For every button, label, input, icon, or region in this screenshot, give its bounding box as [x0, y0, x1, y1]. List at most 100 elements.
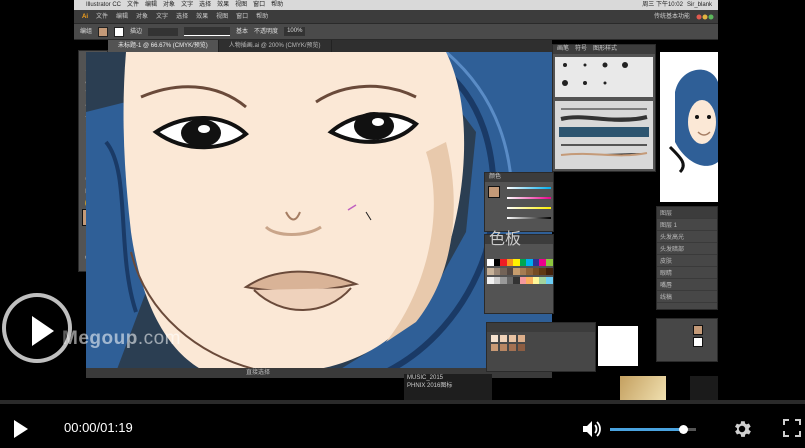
- layer-row[interactable]: 线稿: [657, 291, 717, 303]
- mac-menu-item[interactable]: 文件: [127, 0, 139, 10]
- fill-stroke-mini[interactable]: [488, 186, 500, 198]
- swatches-panel-header[interactable]: 色板: [485, 232, 553, 248]
- swatch-cell[interactable]: [545, 268, 553, 275]
- skin-swatch-cell[interactable]: [500, 344, 507, 351]
- brush-dots-icon: [562, 62, 628, 86]
- skin-swatch-cell[interactable]: [491, 335, 498, 342]
- mac-menu-item[interactable]: 选择: [199, 0, 211, 10]
- user-name[interactable]: Sir_blank: [687, 0, 712, 10]
- swatches-panel: 色板: [484, 232, 554, 314]
- window-controls-icon[interactable]: [696, 13, 714, 21]
- stroke-label: 描边: [130, 28, 143, 35]
- time-display: 00:00/01:19: [64, 420, 133, 435]
- skin-swatches[interactable]: [491, 335, 531, 371]
- brush-library-grid[interactable]: [555, 57, 653, 97]
- doc-tab[interactable]: 人物插画.ai @ 200% (CMYK/预览): [219, 40, 332, 52]
- appearance-swatch-fill[interactable]: [693, 325, 703, 335]
- swatch-cell[interactable]: [545, 277, 553, 284]
- mac-menu-item[interactable]: Illustrator CC: [86, 0, 121, 10]
- skin-swatch-cell[interactable]: [509, 344, 516, 351]
- mac-menu-item[interactable]: 窗口: [253, 0, 265, 10]
- appearance-swatch-stroke[interactable]: [693, 337, 703, 347]
- settings-gear-icon[interactable]: [731, 418, 753, 440]
- mac-menu-item[interactable]: 文字: [181, 0, 193, 10]
- skin-swatch-cell[interactable]: [509, 335, 516, 342]
- black-slider[interactable]: [507, 217, 551, 219]
- mac-menu-item[interactable]: 编辑: [145, 0, 157, 10]
- brushes-panel-tabs: 画笔 符号 图形样式: [553, 45, 655, 54]
- brush-style-dropdown[interactable]: [184, 27, 231, 36]
- finder-list: MUSIC_2015 PHNIX 2016图标: [404, 374, 492, 400]
- ai-menu-item[interactable]: 效果: [196, 10, 208, 23]
- volume-slider[interactable]: [610, 425, 696, 434]
- fullscreen-icon[interactable]: [783, 419, 801, 437]
- mac-menu-item[interactable]: 效果: [217, 0, 229, 10]
- ai-menu-item[interactable]: 视图: [216, 10, 228, 23]
- swatch-cell[interactable]: [545, 259, 553, 266]
- mac-menu-item[interactable]: 帮助: [271, 0, 283, 10]
- volume-icon[interactable]: [580, 418, 602, 440]
- stroke-color-swatch[interactable]: [114, 26, 125, 37]
- skin-swatch-cell[interactable]: [500, 335, 507, 342]
- progress-bar[interactable]: [0, 400, 805, 404]
- yellow-slider[interactable]: [507, 207, 551, 209]
- panel-tab-brushes[interactable]: 画笔: [557, 45, 569, 54]
- ai-menubar: Ai 文件 编辑 对象 文字 选择 效果 视图 窗口 帮助 传统基本功能: [74, 10, 718, 24]
- navigator-preview[interactable]: [660, 52, 718, 202]
- volume-knob[interactable]: [679, 425, 689, 434]
- panel-tab-styles[interactable]: 图形样式: [593, 45, 617, 54]
- workspace-switcher[interactable]: 传统基本功能: [654, 10, 690, 24]
- appearance-panel: [656, 318, 718, 362]
- layer-row[interactable]: 头发暗部: [657, 243, 717, 255]
- style-label[interactable]: 基本: [236, 24, 248, 40]
- swatch-grid[interactable]: [487, 259, 553, 289]
- ai-menu-item[interactable]: 选择: [176, 10, 188, 23]
- artboard-white-sheet: [598, 326, 638, 366]
- ai-menu-item[interactable]: 对象: [136, 10, 148, 23]
- layer-row[interactable]: 图层 1: [657, 219, 717, 231]
- brush-settings-panel: [486, 322, 596, 372]
- skin-swatch-cell[interactable]: [518, 335, 525, 342]
- ai-menu-item[interactable]: 文字: [156, 10, 168, 23]
- portrait-illustration: [86, 52, 552, 372]
- desktop-thumbnail: [620, 376, 666, 400]
- fill-color-swatch[interactable]: [98, 26, 109, 37]
- ai-menu-item[interactable]: 帮助: [256, 10, 268, 23]
- ai-menu-item[interactable]: 窗口: [236, 10, 248, 23]
- ai-menu-item[interactable]: 文件: [96, 10, 108, 23]
- stroke-weight-field[interactable]: [148, 27, 179, 36]
- play-button[interactable]: [10, 418, 32, 440]
- document-tabs: 未标题-1 @ 66.67% (CMYK/预览) 人物插画.ai @ 200% …: [108, 40, 552, 52]
- brush-strokes-list[interactable]: [555, 101, 653, 169]
- ai-menu-item[interactable]: 编辑: [116, 10, 128, 23]
- control-bar: 编组 描边 基本 不透明度 100%: [74, 24, 718, 40]
- magenta-slider[interactable]: [507, 197, 551, 199]
- layer-row[interactable]: 眼睛: [657, 267, 717, 279]
- brush-settings-header: [487, 323, 595, 332]
- layers-panel-header[interactable]: 图层: [657, 207, 717, 219]
- mac-menu-item[interactable]: 对象: [163, 0, 175, 10]
- panel-tab-symbols[interactable]: 符号: [575, 45, 587, 54]
- skin-swatch-cell[interactable]: [491, 344, 498, 351]
- layer-row[interactable]: 嘴唇: [657, 279, 717, 291]
- layers-panel: 图层 图层 1 头发高光 头发暗部 皮肤 眼睛 嘴唇 线稿: [656, 206, 718, 310]
- navigator-thumbnail: [660, 52, 718, 202]
- play-icon: [32, 316, 54, 346]
- layer-row[interactable]: 头发高光: [657, 231, 717, 243]
- opacity-field[interactable]: 100%: [284, 27, 306, 36]
- status-tool: 直接选择: [246, 370, 271, 376]
- clock: 周三 下午10:02: [642, 2, 683, 8]
- skin-swatch-cell[interactable]: [518, 344, 525, 351]
- artboard-canvas[interactable]: [86, 52, 552, 372]
- big-play-button[interactable]: [2, 293, 72, 363]
- cyan-slider[interactable]: [507, 187, 551, 189]
- play-icon: [14, 420, 28, 438]
- selection-label: 编组: [80, 28, 93, 35]
- finder-item[interactable]: MUSIC_2015: [404, 374, 492, 382]
- doc-tab[interactable]: 未标题-1 @ 66.67% (CMYK/预览): [108, 40, 219, 52]
- color-panel-header[interactable]: 颜色: [485, 173, 553, 182]
- layer-row[interactable]: 皮肤: [657, 255, 717, 267]
- mac-menu-item[interactable]: 视图: [235, 0, 247, 10]
- watermark-tld: .com: [137, 328, 182, 349]
- finder-item[interactable]: PHNIX 2016图标: [404, 382, 492, 390]
